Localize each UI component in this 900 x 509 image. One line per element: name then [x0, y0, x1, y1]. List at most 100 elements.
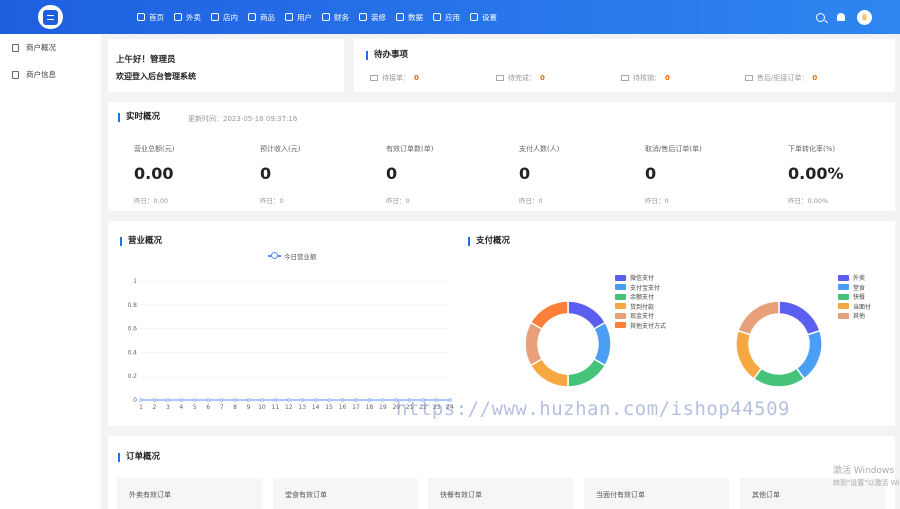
apps-icon — [433, 13, 441, 21]
legend-swatch — [838, 274, 849, 281]
todo-item-tocomplete[interactable]: 待完成： 0 — [496, 73, 545, 83]
nav-user[interactable]: 用户 — [280, 0, 317, 34]
avatar[interactable]: ♛ — [857, 9, 872, 25]
nav-decorate[interactable]: 装修 — [354, 0, 391, 34]
legend-swatch — [838, 303, 849, 310]
complete-icon — [496, 75, 504, 81]
main-nav: 首页 外卖 店内 商品 用户 财务 装修 数据 应用 设置 — [132, 0, 502, 34]
pie-slice — [529, 357, 569, 388]
nav-apps[interactable]: 应用 — [428, 0, 465, 34]
pie-slice — [567, 300, 607, 331]
legend-item[interactable]: 其他支付方式 — [615, 321, 666, 331]
x-tick-label: 10 — [258, 404, 266, 411]
todo-card: 待办事项 待接单： 0 待完成： 0 待核销： 0 售后/拒接订单： 0 — [354, 39, 895, 92]
data-point — [179, 398, 183, 402]
legend-item[interactable]: 当面付 — [838, 302, 871, 312]
legend-swatch — [615, 312, 626, 319]
x-tick-label: 11 — [272, 404, 280, 411]
realtime-card: 实时概况 更新时间：2023-05-16 09:37:16 营业总额(元) 0.0… — [108, 102, 895, 211]
legend-swatch — [615, 284, 626, 291]
metric-revenue: 营业总额(元) 0.00 昨日：0.00 — [134, 145, 175, 205]
order-box-dinein[interactable]: 堂食有效订单 — [273, 478, 418, 509]
payment-donut-chart — [524, 300, 612, 388]
sidebar-item-info[interactable]: 商户信息 — [0, 61, 101, 88]
greeting: 上午好！管理员 — [116, 55, 176, 65]
legend-item[interactable]: 其他 — [838, 311, 871, 321]
nav-data[interactable]: 数据 — [391, 0, 428, 34]
app-logo[interactable] — [38, 5, 63, 29]
x-tick-label: 8 — [233, 404, 237, 411]
bell-icon[interactable] — [837, 13, 845, 21]
y-tick-label: 0.4 — [127, 349, 137, 356]
sidebar-item-overview[interactable]: 商户概况 — [0, 34, 101, 61]
legend-item[interactable]: 微信支付 — [615, 273, 666, 283]
x-tick-label: 16 — [339, 404, 347, 411]
ordertype-legend: 外卖 堂食 快餐 当面付 其他 — [838, 273, 871, 321]
legend-item[interactable]: 快餐 — [838, 292, 871, 302]
finance-icon — [322, 13, 330, 21]
nav-home[interactable]: 首页 — [132, 0, 169, 34]
pie-slice — [752, 367, 806, 388]
store-icon — [211, 13, 219, 21]
order-box-takeaway[interactable]: 外卖有效订单 — [117, 478, 262, 509]
update-time: 更新时间：2023-05-16 09:37:16 — [188, 115, 298, 123]
goods-icon — [248, 13, 256, 21]
pie-slice — [735, 329, 763, 380]
metric-orders: 有效订单数(单) 0 昨日：0 — [386, 145, 434, 205]
home-icon — [137, 13, 145, 21]
legend-item[interactable]: 外卖 — [838, 273, 871, 283]
business-line-chart: 00.20.40.60.811 2 3 4 5 6 7 8 9 10 11 12 13 14 15 16 17 1… — [127, 278, 454, 411]
data-point — [139, 398, 143, 402]
data-point — [287, 398, 291, 402]
pie-slice — [795, 329, 823, 380]
legend-item[interactable]: 货到付款 — [615, 302, 666, 312]
sidebar: 商户概况 商户信息 — [0, 34, 101, 509]
data-point — [300, 398, 304, 402]
orders-title: 订单概况 — [118, 453, 160, 462]
todo-item-aftersale[interactable]: 售后/拒接订单： 0 — [745, 73, 817, 83]
nav-settings[interactable]: 设置 — [465, 0, 502, 34]
pie-slice — [592, 321, 612, 367]
orders-card: 订单概况 外卖有效订单 堂食有效订单 快餐有效订单 当面付有效订单 其他订单 — [108, 436, 895, 509]
nav-goods[interactable]: 商品 — [243, 0, 280, 34]
data-point — [273, 398, 277, 402]
info-icon — [12, 70, 19, 79]
order-box-fastfood[interactable]: 快餐有效订单 — [428, 478, 573, 509]
todo-item-pending[interactable]: 待接单： 0 — [370, 73, 419, 83]
x-tick-label: 12 — [285, 404, 293, 411]
legend-swatch — [615, 322, 626, 329]
todo-item-verify[interactable]: 待核销： 0 — [621, 73, 670, 83]
legend-item[interactable]: 支付宝支付 — [615, 283, 666, 293]
todo-title: 待办事项 — [366, 51, 408, 60]
welcome-card: 上午好！管理员 欢迎登入后台管理系统 — [108, 39, 344, 92]
nav-store[interactable]: 店内 — [206, 0, 243, 34]
logo-icon — [43, 9, 58, 25]
aftersale-icon — [745, 75, 753, 81]
realtime-title: 实时概况 — [118, 113, 160, 122]
data-point — [340, 398, 345, 402]
legend-swatch — [838, 293, 849, 300]
welcome-text: 欢迎登入后台管理系统 — [116, 72, 196, 81]
x-tick-label: 9 — [247, 404, 251, 411]
legend-swatch — [838, 284, 849, 291]
x-tick-label: 15 — [325, 404, 333, 411]
x-tick-label: 6 — [206, 404, 210, 411]
nav-finance[interactable]: 财务 — [317, 0, 354, 34]
data-point — [260, 398, 264, 402]
x-tick-label: 13 — [298, 404, 306, 411]
search-icon[interactable] — [816, 12, 825, 22]
legend-item[interactable]: 堂食 — [838, 283, 871, 293]
legend-swatch — [615, 293, 626, 300]
order-box-facepay[interactable]: 当面付有效订单 — [584, 478, 729, 509]
metric-income: 预计收入(元) 0 昨日：0 — [260, 145, 301, 205]
nav-takeaway[interactable]: 外卖 — [169, 0, 206, 34]
metric-payers: 支付人数(人) 0 昨日：0 — [519, 145, 560, 205]
payment-legend: 微信支付 支付宝支付 余额支付 货到付款 现金支付 其他支付方式 — [615, 273, 666, 330]
legend-item[interactable]: 现金支付 — [615, 311, 666, 321]
data-point — [246, 398, 251, 402]
pie-slice — [778, 300, 821, 336]
legend-item[interactable]: 余额支付 — [615, 292, 666, 302]
data-point — [220, 398, 224, 402]
charts-card: 营业概况 支付概况 今日营业额 0 0.2 0.4 0.6 0.8 1 1 2 3 4 5 6 7 8 9 1… — [108, 221, 895, 426]
data-point — [381, 398, 385, 402]
